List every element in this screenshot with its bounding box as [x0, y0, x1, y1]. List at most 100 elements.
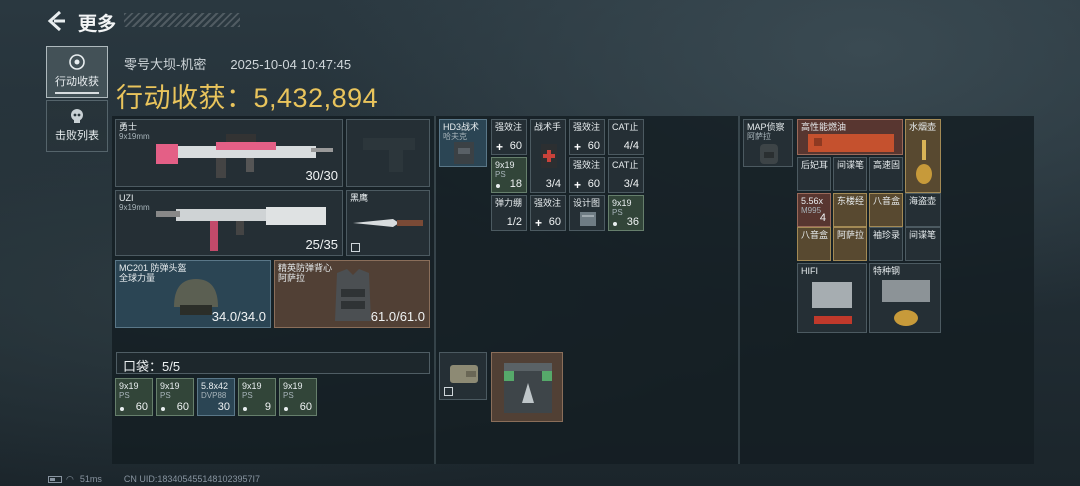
item-name: MAP侦察 [747, 122, 785, 132]
item-qty: 18 [509, 178, 522, 190]
ammo-count: 30/30 [305, 168, 338, 183]
item-qty: 60 [587, 178, 600, 190]
pocket-item[interactable]: 9x19 PS 60 [156, 378, 194, 416]
rig-item[interactable]: CAT止 3/4 [608, 157, 644, 193]
sidearm-slot-empty[interactable] [346, 119, 430, 187]
backpack-item[interactable]: 5.56x M995 4 [797, 193, 831, 227]
rig-item[interactable]: 强效注 + 60 [530, 195, 566, 231]
skull-icon [71, 109, 83, 123]
raid-datetime: 2025-10-04 10:47:45 [230, 57, 352, 72]
hifi-icon [812, 282, 852, 324]
item-name: 高速固 [873, 160, 901, 170]
backpack-item[interactable]: 东楼经 [833, 193, 867, 227]
backpack-icon [760, 144, 778, 164]
item-qty: 1/2 [506, 216, 522, 228]
pocket-label: 口袋：5/5 [123, 359, 181, 374]
item-qty: 60 [299, 401, 312, 413]
backpack-slot[interactable]: MAP侦察 阿萨拉 [743, 119, 793, 167]
pocket-header: 口袋：5/5 [116, 352, 430, 374]
rig-item[interactable]: 强效注 + 60 [491, 119, 527, 155]
item-dot [496, 184, 500, 188]
helmet-slot[interactable]: MC201 防弹头盔 全球力量 34.0/34.0 [115, 260, 271, 328]
rig-item[interactable]: 弹力绷 1/2 [491, 195, 527, 231]
backpack-item[interactable]: 阿萨拉 [833, 227, 867, 261]
plus-icon: + [574, 140, 582, 154]
backpack-item[interactable]: HIFI [797, 263, 867, 333]
pocket-item[interactable]: 9x19 PS 60 [115, 378, 153, 416]
backpack-item[interactable]: 八音盒 [797, 227, 831, 261]
durability: 61.0/61.0 [370, 309, 425, 324]
backpack-item[interactable]: 水烟壶 [905, 119, 941, 193]
backpack-item[interactable]: 后妃耳 [797, 157, 831, 191]
lock-icon [444, 387, 453, 396]
armor-slot[interactable]: 精英防弹背心 阿萨拉 61.0/61.0 [274, 260, 430, 328]
item-sub: PS [612, 208, 623, 217]
item-name: 弹力绷 [495, 198, 523, 208]
rig-item[interactable]: 设计图 [569, 195, 605, 231]
chest-rig-slot[interactable]: HD3战术 哈夫克 [439, 119, 487, 167]
user-id: CN UID:1834054551481023957I7 [123, 474, 260, 484]
item-name: 八音盒 [801, 230, 829, 240]
item-dot [120, 407, 124, 411]
map-name: 零号大坝-机密 [124, 57, 207, 72]
tab-label: 击败列表 [55, 130, 99, 142]
rig-item[interactable]: 战术手 3/4 [530, 119, 566, 193]
item-qty: 36 [626, 216, 639, 228]
backpack-item[interactable]: 高速固 [869, 157, 903, 191]
backpack-item[interactable]: 间谍笔 [833, 157, 867, 191]
ammo-count: 25/35 [305, 237, 338, 252]
hookah-icon [916, 140, 932, 184]
item-qty: 30 [217, 401, 230, 413]
safebox-slot[interactable] [439, 352, 487, 400]
backpack-item[interactable]: 袖珍录 [869, 227, 903, 261]
wifi-icon: ◠ [66, 474, 74, 484]
item-qty: 4/4 [623, 140, 639, 152]
item-dot [613, 222, 617, 226]
item-name: HIFI [801, 266, 818, 276]
item-dot [243, 407, 247, 411]
plus-icon: + [535, 216, 543, 230]
item-maker: 全球力量 [119, 273, 156, 283]
back-arrow-icon[interactable] [44, 9, 68, 33]
steel-icon [882, 280, 930, 326]
item-name: UZI [119, 193, 134, 203]
primary-weapon-slot[interactable]: 勇士 9x19mm 30/30 [115, 119, 343, 187]
safebox-container[interactable] [491, 352, 563, 422]
item-name: 强效注 [573, 160, 601, 170]
item-name: 海盗壶 [909, 196, 937, 206]
pocket-item[interactable]: 9x19 PS 60 [279, 378, 317, 416]
crate-icon [504, 363, 552, 413]
rig-item[interactable]: 强效注 + 60 [569, 157, 605, 193]
backpack-item[interactable]: 间谍笔 [905, 227, 941, 261]
tab-action-gain[interactable]: 行动收获 [46, 46, 108, 98]
backpack-item[interactable]: 八音盒 [869, 193, 903, 227]
item-name: 高性能燃油 [801, 122, 847, 132]
item-sub: PS [160, 391, 171, 400]
pocket-item[interactable]: 5.8x42 DVP88 30 [197, 378, 235, 416]
rig-item[interactable]: 9x19 PS 18 [491, 157, 527, 193]
top-bar: 更多 [0, 0, 1080, 40]
rig-item[interactable]: 强效注 + 60 [569, 119, 605, 155]
backpack-item[interactable]: 高性能燃油 [797, 119, 903, 155]
tab-label: 行动收获 [55, 76, 99, 88]
gain-total: 行动收获：5,432,894 [116, 76, 378, 115]
item-dot [284, 407, 288, 411]
backpack-item[interactable]: 特种钢 [869, 263, 941, 333]
melee-slot[interactable]: 黑鹰 [346, 190, 430, 256]
item-name: 强效注 [534, 198, 562, 208]
item-qty: 60 [548, 216, 561, 228]
item-name: 强效注 [495, 122, 523, 132]
rig-item[interactable]: CAT止 4/4 [608, 119, 644, 155]
rig-item[interactable]: 9x19 PS 36 [608, 195, 644, 231]
tab-kill-list[interactable]: 击败列表 [46, 100, 108, 152]
item-dot [161, 407, 165, 411]
backpack-item[interactable]: 海盗壶 [905, 193, 941, 227]
secondary-weapon-slot[interactable]: UZI 9x19mm 25/35 [115, 190, 343, 256]
pocket-item[interactable]: 9x19 PS 9 [238, 378, 276, 416]
gain-label: 行动收获： [116, 83, 254, 113]
item-name: CAT止 [612, 160, 639, 170]
item-qty: 3/4 [623, 178, 639, 190]
ping: 51ms [79, 474, 102, 484]
page-title: 更多 [78, 14, 117, 35]
target-icon [69, 54, 85, 70]
